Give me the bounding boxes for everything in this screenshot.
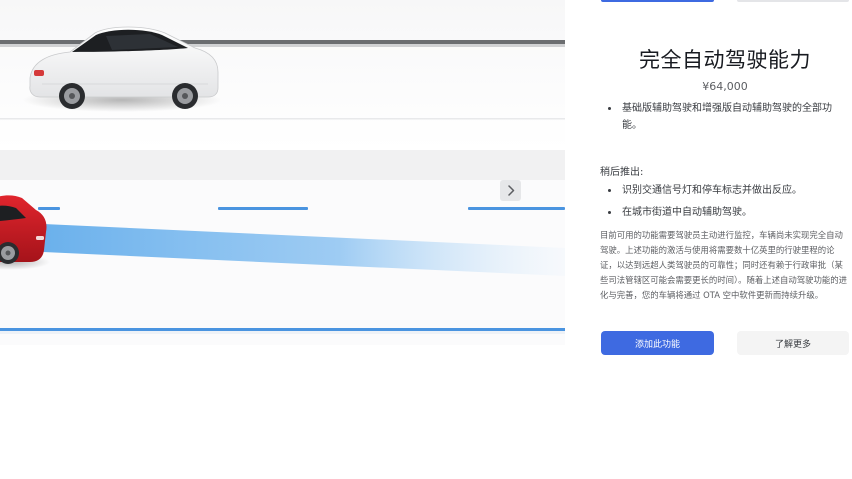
option-price: ¥64,000 — [702, 80, 748, 93]
add-feature-button[interactable]: 添加此功能 — [601, 331, 714, 355]
next-slide-button[interactable] — [500, 180, 521, 201]
autopilot-illustration — [0, 0, 565, 345]
previous-secondary-button-edge[interactable] — [737, 0, 849, 2]
learn-more-button[interactable]: 了解更多 — [737, 331, 849, 355]
option-title: 完全自动驾驶能力 — [639, 48, 811, 72]
coming-later-label: 稍后推出: — [600, 167, 644, 178]
feature-list: 基础版辅助驾驶和增强版自动辅助驾驶的全部功能。 — [606, 100, 846, 139]
coming-later-item: 识别交通信号灯和停车标志并做出反应。 — [606, 182, 846, 199]
previous-primary-button-edge[interactable] — [601, 0, 714, 2]
feature-item: 基础版辅助驾驶和增强版自动辅助驾驶的全部功能。 — [606, 100, 846, 134]
coming-later-item: 在城市街道中自动辅助驾驶。 — [606, 204, 846, 221]
chevron-right-icon — [507, 185, 514, 196]
coming-later-list: 识别交通信号灯和停车标志并做出反应。 在城市街道中自动辅助驾驶。 — [606, 182, 846, 226]
disclaimer-text: 目前可用的功能需要驾驶员主动进行监控，车辆尚未实现完全自动驾驶。上述功能的激活与… — [600, 230, 848, 300]
